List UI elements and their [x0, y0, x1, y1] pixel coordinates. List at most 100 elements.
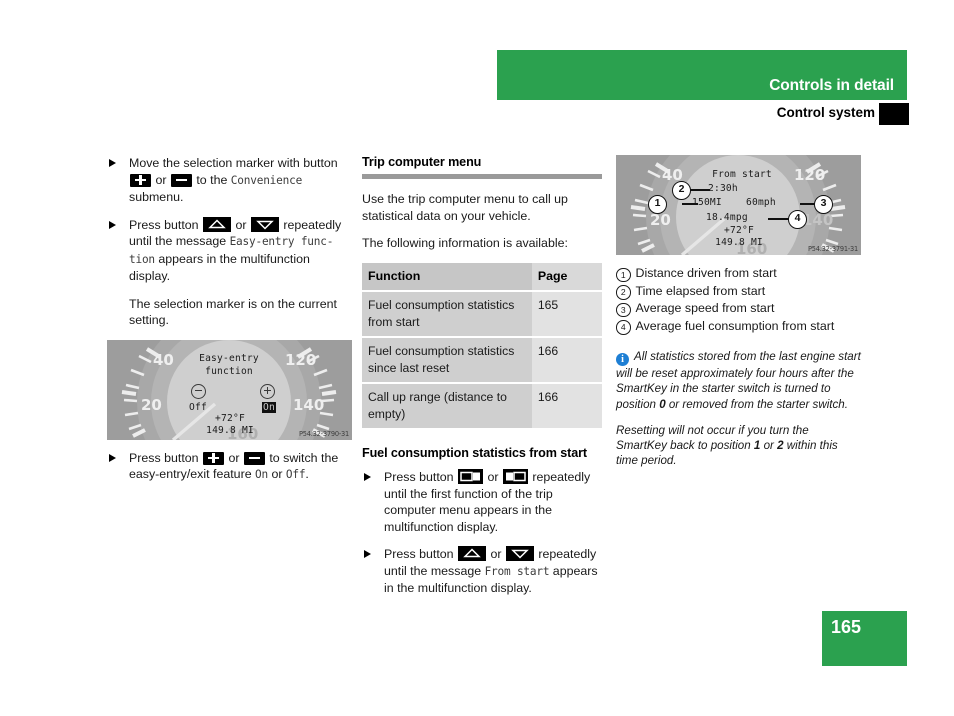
cluster-odometer: 149.8 MI: [206, 424, 254, 436]
cluster-legend-list: 1 Distance driven from start 2 Time elap…: [616, 265, 861, 335]
plus-sign-icon: [260, 383, 275, 399]
list-item: Press button or repeatedly until the mes…: [107, 216, 352, 285]
message-easy-entry-line1: Easy-entry func-: [229, 235, 334, 248]
message-easy-entry-line2: tion: [129, 252, 155, 266]
minus-button-icon: [243, 451, 265, 465]
cell-page: 165: [531, 291, 602, 338]
instruction-text-part: Move the selection marker with button: [129, 156, 338, 170]
minus-button-icon: [170, 173, 192, 187]
instruction-text-part: or: [268, 467, 286, 481]
option-on-label: On: [262, 401, 276, 413]
middle-column: Trip computer menu Use the trip computer…: [362, 155, 602, 608]
instruction-text-part: Press button: [384, 547, 458, 561]
bullet-triangle-icon: [109, 453, 116, 462]
cell-function: Fuel consumption statistics since last r…: [362, 337, 532, 384]
instruction-text-part: .: [305, 467, 309, 481]
up-arrow-button-icon: [458, 546, 487, 561]
trip-computer-menu-heading: Trip computer menu: [362, 155, 482, 169]
cell-function: Fuel consumption statistics from start: [362, 291, 532, 338]
cluster-odometer: 149.8 MI: [715, 237, 763, 248]
note-text-part: or: [760, 439, 778, 453]
bullet-triangle-icon: [109, 159, 116, 167]
cluster-distance-value: 150MI: [692, 197, 722, 208]
cluster-title-line-2: function: [205, 365, 253, 377]
value-on: On: [255, 468, 268, 481]
list-item: 1 Distance driven from start: [616, 265, 861, 283]
instruction-text-part: Press button: [129, 217, 203, 232]
legend-number: 1: [616, 267, 631, 282]
selection-marker-note: The selection marker is on the current s…: [129, 296, 337, 328]
figure-code: P54.32-3790-31: [299, 429, 349, 438]
section-title: Control system: [776, 105, 875, 120]
value-off: Off: [285, 468, 306, 481]
cell-function: Call up range (distance to empty): [362, 383, 532, 430]
table-row: Fuel consumption statistics from start 1…: [362, 291, 602, 338]
callout-3: 3: [814, 195, 833, 214]
trip-right-button-icon: [502, 469, 528, 484]
instruction-text-part: or: [225, 450, 243, 465]
instruction-text-part: appears in the multifunction display.: [129, 251, 310, 284]
intro-paragraph: Use the trip computer menu to call up st…: [362, 192, 568, 223]
chapter-title: Controls in detail: [769, 77, 894, 94]
info-note-reset: i All statistics stored from the last eng…: [616, 349, 861, 412]
instruction-text-part: or: [484, 470, 502, 484]
callout-1: 1: [648, 195, 667, 214]
cell-page: 166: [531, 337, 602, 384]
legend-label: Average speed from start: [635, 301, 775, 315]
option-off-label: Off: [189, 401, 207, 413]
fuel-stats-subheading: Fuel consumption statistics from start: [362, 446, 588, 460]
instruction-text-part: Press button: [129, 450, 203, 465]
svg-text:20: 20: [650, 211, 671, 229]
minus-sign-icon: [191, 383, 206, 399]
list-item: Move the selection marker with button or…: [107, 155, 352, 206]
instruction-text-part: submenu.: [129, 190, 184, 204]
heading-rule: [362, 174, 602, 179]
list-item: 3 Average speed from start: [616, 300, 861, 318]
callout-2: 2: [672, 181, 691, 200]
table-header-row: Function Page: [362, 262, 602, 292]
bullet-triangle-icon: [364, 473, 371, 481]
column-header-function: Function: [362, 262, 532, 292]
menu-name-convenience: Convenience: [230, 173, 303, 187]
page-number: 165: [831, 617, 862, 637]
note-text-part: or removed from the starter switch.: [665, 397, 848, 411]
header-green-bar: Controls in detail: [497, 50, 907, 100]
down-arrow-button-icon: [505, 546, 534, 561]
leader-line-1: [682, 203, 698, 205]
list-item: Press button or to switch the easy-entry…: [107, 450, 352, 484]
legend-label: Distance driven from start: [635, 266, 777, 280]
svg-text:140: 140: [293, 396, 324, 414]
list-item: Press button or repeatedly until the mes…: [362, 546, 602, 597]
figure-code: P54.32-3791-31: [808, 245, 858, 253]
instruction-text-part: or: [487, 547, 505, 561]
table-row: Fuel consumption statistics since last r…: [362, 337, 602, 384]
message-from-start: From start: [484, 564, 550, 578]
instruction-text-part: Press button: [384, 470, 458, 484]
function-page-table: Function Page Fuel consumption statistic…: [362, 262, 602, 430]
cluster-temperature: +72°F: [724, 225, 754, 236]
list-item: 2 Time elapsed from start: [616, 283, 861, 301]
instruction-text-part: or: [152, 172, 170, 187]
column-header-page: Page: [531, 262, 602, 292]
up-arrow-button-icon: [203, 216, 232, 232]
footer-page-box: 165: [822, 611, 907, 666]
leader-line-4: [768, 218, 790, 220]
svg-text:40: 40: [153, 351, 174, 369]
header-black-marker: [879, 103, 909, 125]
legend-number: 2: [616, 285, 631, 300]
option-on-label-wrap: On: [257, 401, 281, 413]
plus-button-icon: [130, 173, 151, 187]
instrument-cluster-image-from-start: 40 20 120 140 160 From start 2:30h 150MI…: [616, 155, 861, 255]
info-icon: i: [616, 353, 629, 366]
list-item: Press button or repeatedly until the fir…: [362, 469, 602, 535]
plus-button-icon: [203, 451, 225, 465]
cell-page: 166: [531, 383, 602, 430]
trip-left-button-icon: [458, 469, 484, 484]
left-column: Move the selection marker with button or…: [107, 155, 352, 495]
svg-text:20: 20: [141, 396, 162, 414]
cluster-time-value: 2:30h: [708, 183, 738, 194]
leader-line-2: [688, 189, 710, 191]
down-arrow-button-icon: [250, 216, 279, 232]
availability-paragraph: The following information is available:: [362, 236, 568, 250]
cluster-title-line-1: Easy-entry: [199, 352, 259, 364]
